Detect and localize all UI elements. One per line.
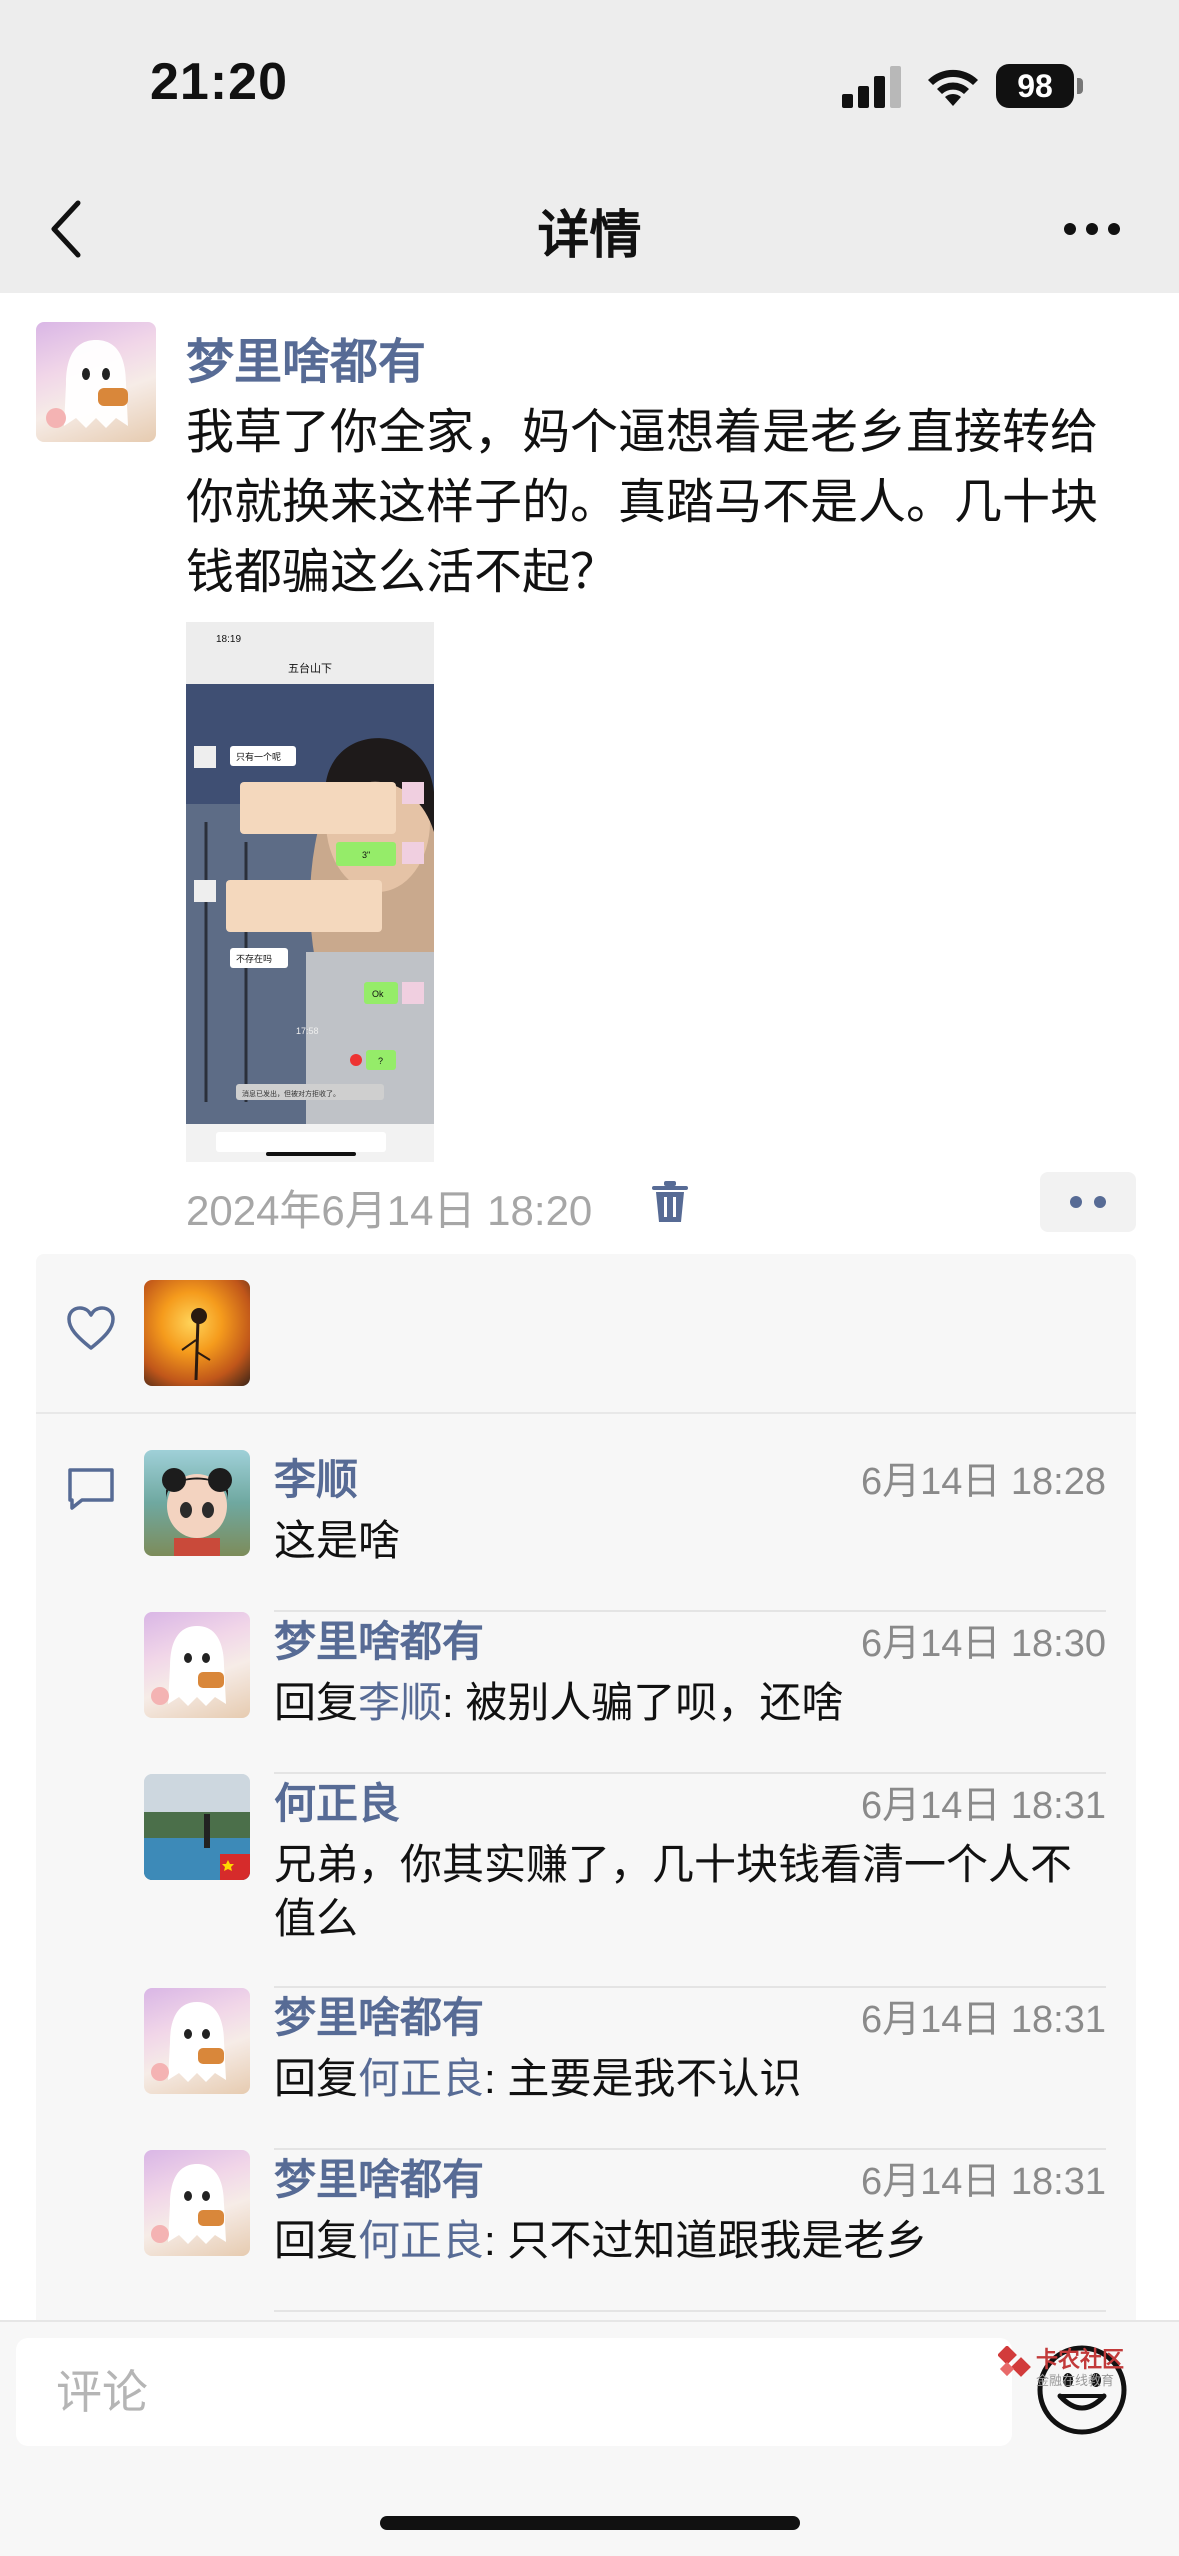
screenshot-chat-title: 五台山下 xyxy=(288,661,332,675)
watermark-logo xyxy=(998,2346,1031,2377)
comment-time: 6月14日 18:30 xyxy=(860,1623,1106,1665)
comment-text: 回复何正良: 只不过知道跟我是老乡 xyxy=(274,2217,928,2264)
heart-icon xyxy=(67,1306,115,1350)
trash-icon[interactable] xyxy=(650,1180,690,1224)
comment-icon xyxy=(68,1468,114,1510)
comment-text: 回复李顺: 被别人骗了呗，还啥 xyxy=(274,1679,844,1726)
commenter-avatar[interactable] xyxy=(144,1774,250,1880)
comment-item[interactable]: 梦里啥都有 6月14日 18:30 回复李顺: 被别人骗了呗，还啥 xyxy=(144,1612,1106,1774)
commenter-name[interactable]: 何正良 xyxy=(274,1770,400,1831)
comment-time: 6月14日 18:31 xyxy=(860,1999,1106,2041)
comment-input[interactable] xyxy=(16,2338,1012,2446)
svg-text:只有一个呢: 只有一个呢 xyxy=(236,751,281,762)
comment-item[interactable]: 梦里啥都有 6月14日 18:31 回复何正良: 只不过知道跟我是老乡 xyxy=(144,2150,1106,2312)
post-author-name[interactable]: 梦里啥都有 xyxy=(186,322,426,392)
page-title: 详情 xyxy=(537,207,642,265)
post-action-button[interactable] xyxy=(1040,1172,1136,1232)
battery-icon: 98 xyxy=(996,64,1074,108)
post-image[interactable]: 18:19 五台山下 只有一个呢 3" 不存在吗 Ok 17:58 ? 消息已发… xyxy=(186,622,434,1162)
svg-text:消息已发出，但被对方拒收了。: 消息已发出，但被对方拒收了。 xyxy=(242,1089,340,1098)
wifi-icon xyxy=(928,69,978,106)
post-timestamp: 2024年6月14日 18:20 xyxy=(186,1187,593,1234)
liker-avatar[interactable] xyxy=(144,1280,250,1386)
svg-text:?: ? xyxy=(378,1056,383,1066)
commenter-name[interactable]: 李顺 xyxy=(274,1446,358,1507)
comment-item[interactable]: 何正良 6月14日 18:31 兄弟，你其实赚了，几十块钱看清一个人不值么 xyxy=(144,1774,1106,1988)
comment-item[interactable]: 李顺 6月14日 18:28 这是啥 xyxy=(144,1450,1106,1612)
comment-time: 6月14日 18:31 xyxy=(860,1785,1106,1827)
commenter-avatar[interactable] xyxy=(144,2150,250,2256)
svg-text:3": 3" xyxy=(362,850,370,860)
commenter-avatar[interactable] xyxy=(144,1988,250,2094)
watermark: 卡农社区 金融在线教育 xyxy=(998,2340,1128,2400)
commenter-avatar[interactable] xyxy=(144,1612,250,1718)
commenter-avatar[interactable] xyxy=(144,1450,250,1556)
commenter-name[interactable]: 梦里啥都有 xyxy=(274,1608,484,1669)
reply-target[interactable]: 何正良 xyxy=(358,2217,484,2264)
more-horizontal-icon[interactable] xyxy=(1062,221,1122,237)
signal-icon xyxy=(842,66,901,108)
commenter-name[interactable]: 梦里啥都有 xyxy=(274,1984,484,2045)
divider xyxy=(274,2310,1106,2312)
svg-text:不存在吗: 不存在吗 xyxy=(236,953,272,964)
likes-row xyxy=(36,1254,1136,1412)
status-bar: 21:20 98 xyxy=(0,0,1179,165)
reply-target[interactable]: 何正良 xyxy=(358,2055,484,2102)
dot-icon xyxy=(1094,1196,1106,1208)
reply-target[interactable]: 李顺 xyxy=(358,1679,442,1726)
nav-bar: 详情 xyxy=(0,165,1179,293)
post-text: 我草了你全家，妈个逼想着是老乡直接转给你就换来这样子的。真踏马不是人。几十块钱都… xyxy=(186,406,1099,599)
comment-time: 6月14日 18:31 xyxy=(860,2161,1106,2203)
post-author-avatar[interactable] xyxy=(36,322,156,442)
status-time: 21:20 xyxy=(150,53,288,111)
divider xyxy=(36,1412,1136,1414)
watermark-subtitle: 金融在线教育 xyxy=(1036,2373,1115,2388)
comment-text: 兄弟，你其实赚了，几十块钱看清一个人不值么 xyxy=(274,1841,1073,1942)
screenshot-time: 18:19 xyxy=(216,634,241,645)
battery-tip xyxy=(1077,78,1083,94)
comment-text: 这是啥 xyxy=(274,1517,401,1564)
dot-icon xyxy=(1070,1196,1082,1208)
comment-time: 6月14日 18:28 xyxy=(860,1461,1106,1503)
commenter-name[interactable]: 梦里啥都有 xyxy=(274,2146,484,2207)
svg-text:Ok: Ok xyxy=(372,989,384,999)
comment-text: 回复何正良: 主要是我不认识 xyxy=(274,2055,802,2102)
svg-text:17:58: 17:58 xyxy=(296,1026,319,1036)
comment-item[interactable]: 梦里啥都有 6月14日 18:31 回复何正良: 主要是我不认识 xyxy=(144,1988,1106,2150)
home-indicator[interactable] xyxy=(380,2516,800,2530)
